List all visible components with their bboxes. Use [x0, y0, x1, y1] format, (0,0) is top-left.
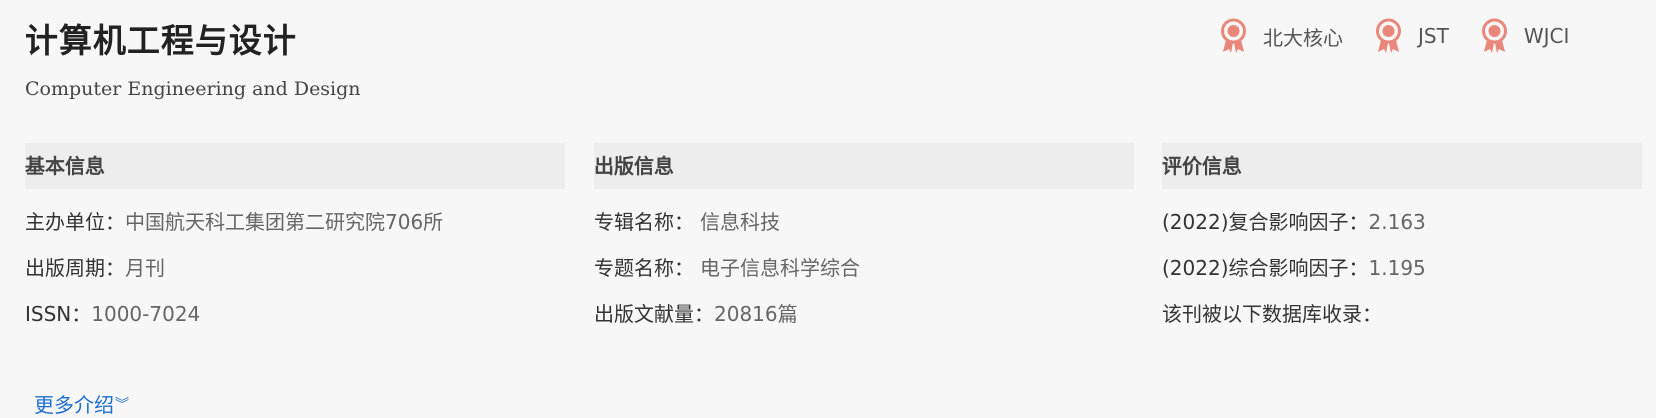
info-key: 专题名称： [594, 256, 694, 280]
info-key: (2022)综合影响因子： [1162, 256, 1369, 280]
badge-label: WJCI [1523, 24, 1570, 48]
info-row-comprehensive-if: (2022)综合影响因子： 1.195 [1162, 245, 1642, 291]
info-key: 出版文献量： [594, 302, 714, 326]
info-key: 专辑名称： [594, 210, 694, 234]
section-heading: 评价信息 [1162, 143, 1642, 189]
index-badges: 北大核心 JST WJCI [1218, 18, 1569, 54]
info-value: 20816篇 [714, 302, 798, 326]
badge-wjci[interactable]: WJCI [1479, 18, 1570, 54]
more-intro-link[interactable]: 更多介绍 ︾ [34, 389, 129, 418]
info-row-frequency: 出版周期： 月刊 [25, 245, 565, 291]
info-key: 主办单位： [25, 210, 125, 234]
info-value: 中国航天科工集团第二研究院706所 [125, 210, 444, 234]
journal-subtitle: Computer Engineering and Design [25, 78, 361, 100]
info-value: 1000-7024 [91, 302, 201, 326]
info-key: ISSN： [25, 302, 92, 326]
badge-pku-core[interactable]: 北大核心 [1218, 18, 1343, 54]
info-row-count: 出版文献量： 20816篇 [594, 291, 1134, 337]
info-key: 出版周期： [25, 256, 125, 280]
section-heading: 出版信息 [594, 143, 1134, 189]
section-heading: 基本信息 [25, 143, 565, 189]
info-key: 该刊被以下数据库收录： [1162, 302, 1382, 326]
info-row-composite-if: (2022)复合影响因子： 2.163 [1162, 199, 1642, 245]
info-value: 1.195 [1368, 256, 1426, 280]
double-chevron-down-icon: ︾ [115, 396, 129, 413]
award-icon [1376, 18, 1401, 53]
info-value: 2.163 [1368, 210, 1426, 234]
publish-info-section: 出版信息 专辑名称： 信息科技 专题名称： 电子信息科学综合 出版文献量： 20… [594, 143, 1134, 337]
info-row-topic: 专题名称： 电子信息科学综合 [594, 245, 1134, 291]
info-row-sponsor: 主办单位： 中国航天科工集团第二研究院706所 [25, 199, 565, 245]
badge-label: JST [1418, 24, 1449, 48]
basic-info-section: 基本信息 主办单位： 中国航天科工集团第二研究院706所 出版周期： 月刊 IS… [25, 143, 565, 337]
badge-jst[interactable]: JST [1373, 18, 1449, 54]
info-value: 月刊 [125, 256, 165, 280]
info-row-databases: 该刊被以下数据库收录： [1162, 291, 1642, 337]
more-intro-label: 更多介绍 [34, 393, 114, 417]
info-value: 信息科技 [700, 210, 780, 234]
badge-label: 北大核心 [1263, 25, 1343, 50]
award-icon [1481, 18, 1507, 53]
info-row-issn: ISSN： 1000-7024 [25, 291, 565, 337]
award-icon [1221, 18, 1246, 53]
info-value: 电子信息科学综合 [700, 256, 860, 280]
journal-title: 计算机工程与设计 [25, 21, 297, 60]
info-row-album: 专辑名称： 信息科技 [594, 199, 1134, 245]
evaluation-info-section: 评价信息 (2022)复合影响因子： 2.163 (2022)综合影响因子： 1… [1162, 143, 1642, 337]
info-key: (2022)复合影响因子： [1162, 210, 1369, 234]
